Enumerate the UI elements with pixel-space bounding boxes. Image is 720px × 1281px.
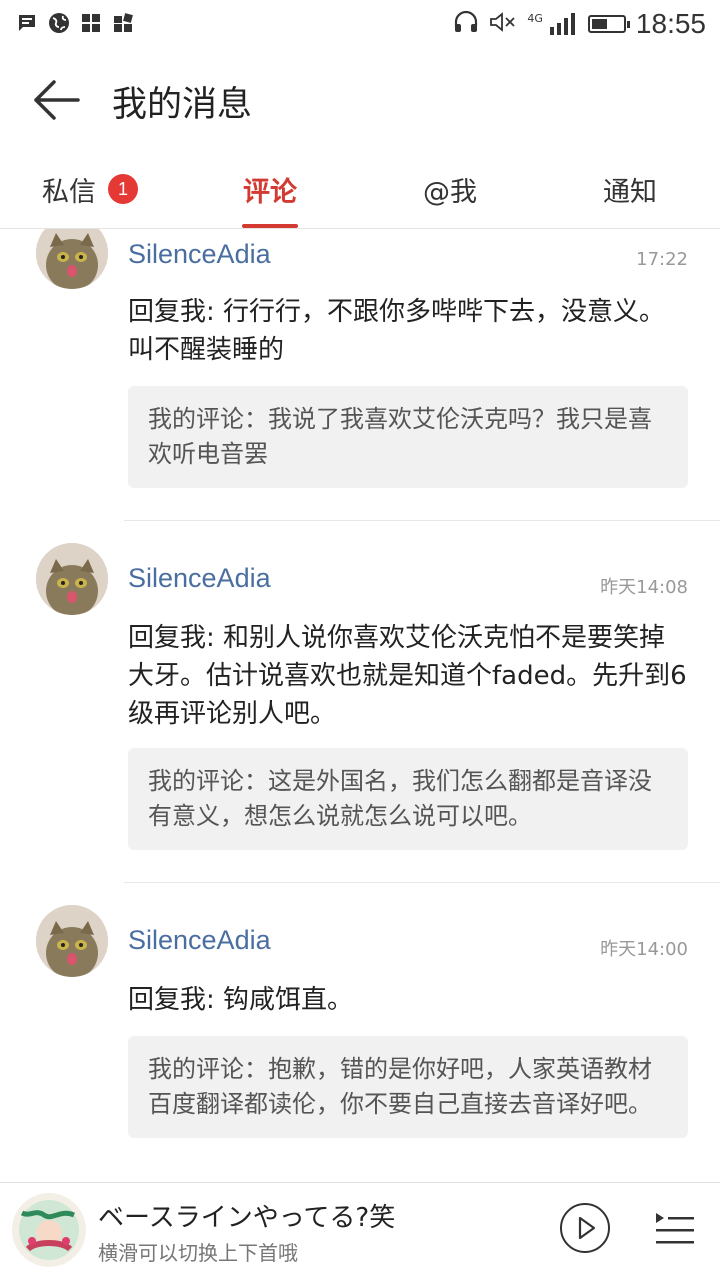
app-grid-icon [112,12,134,34]
active-tab-indicator [242,224,298,228]
reply-text: 回复我: 行行行，不跟你多哔哔下去，没意义。叫不醒装睡的 [128,297,666,365]
my-comment-quote[interactable]: 我的评论：抱歉，错的是你好吧，人家英语教材百度翻译都读伦，你不要自己直接去音译好… [128,1036,688,1138]
avatar[interactable] [36,543,108,615]
status-bar: 4G 18:55 [0,0,720,50]
tab-label: 私信 [42,176,96,208]
tab-notifications[interactable]: 通知 [540,150,720,228]
song-title: ベースラインやってる?笑 [98,1203,396,1233]
app-header: 我的消息 [0,50,720,150]
message-icon [16,12,38,34]
mute-icon [489,10,517,38]
tab-private-messages[interactable]: 私信 1 [0,150,180,228]
mini-player[interactable]: ベースラインやってる?笑 横滑可以切换上下首哦 [0,1182,720,1281]
my-comment-quote[interactable]: 我的评论：这是外国名，我们怎么翻都是音译没有意义，想怎么说就怎么说可以吧。 [128,748,688,850]
divider [124,882,720,883]
tab-comments[interactable]: 评论 [180,150,360,228]
playlist-icon[interactable] [652,1207,696,1251]
swipe-hint: 横滑可以切换上下首哦 [98,1241,298,1265]
tab-bar: 私信 1 评论 @我 通知 [0,150,720,229]
page-title: 我的消息 [112,85,253,125]
globe-icon [48,12,70,34]
arrow-left-icon[interactable] [30,78,82,122]
unread-badge: 1 [108,174,138,204]
comment-time: 昨天14:08 [600,577,688,598]
comment-username[interactable]: SilenceAdia [128,563,271,594]
avatar[interactable] [36,229,108,289]
tab-label: @我 [423,176,477,208]
reply-text: 回复我: 钩咸饵直。 [128,985,354,1015]
battery-icon [587,15,630,33]
tab-mentions[interactable]: @我 [360,150,540,228]
app-grid-icon [80,12,102,34]
play-icon[interactable] [560,1203,610,1253]
comment-username[interactable]: SilenceAdia [128,925,271,956]
clock: 18:55 [635,8,706,39]
comment-time: 昨天14:00 [600,939,688,960]
comment-list[interactable]: SilenceAdia 17:22 回复我: 行行行，不跟你多哔哔下去，没意义。… [0,229,720,1181]
divider [124,520,720,521]
signal-4g-icon: 4G [527,13,578,35]
comment-time: 17:22 [636,249,688,270]
tab-label: 通知 [603,176,657,208]
reply-text: 回复我: 和别人说你喜欢艾伦沃克怕不是要笑掉大牙。估计说喜欢也就是知道个fade… [128,623,687,729]
my-comment-quote[interactable]: 我的评论：我说了我喜欢艾伦沃克吗？我只是喜欢听电音罢 [128,386,688,488]
comment-username[interactable]: SilenceAdia [128,239,271,270]
headphones-icon [453,10,479,38]
tab-label: 评论 [243,176,297,208]
album-cover[interactable] [12,1193,86,1267]
avatar[interactable] [36,905,108,977]
